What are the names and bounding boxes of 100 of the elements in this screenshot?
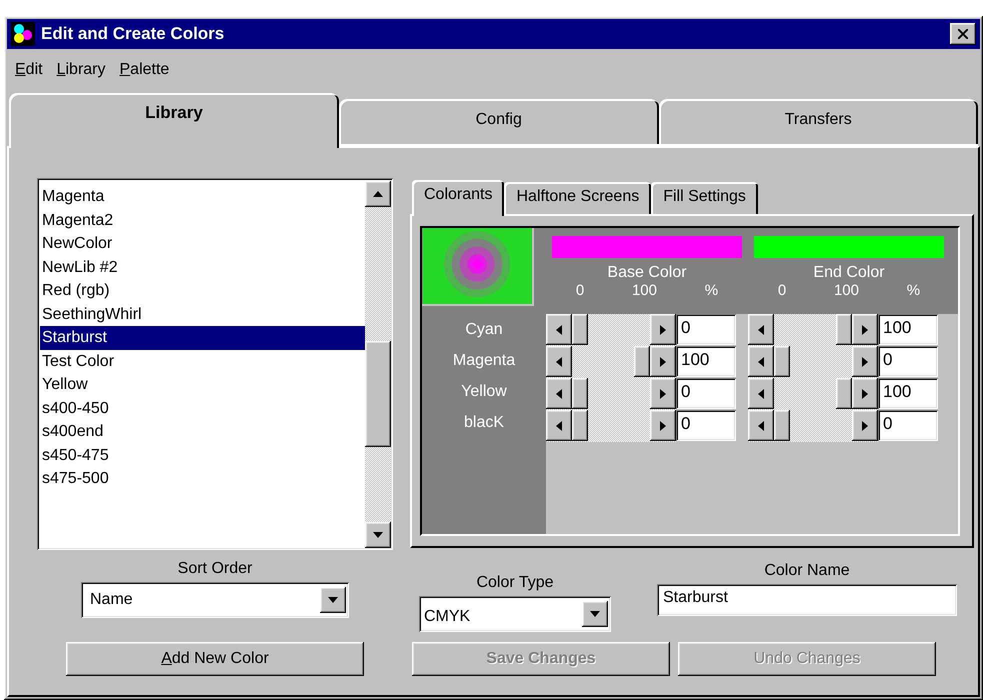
list-item[interactable]: s400end xyxy=(40,420,365,444)
slider[interactable] xyxy=(748,346,878,378)
menu-item[interactable]: Palette xyxy=(120,61,170,79)
decrease-button[interactable] xyxy=(748,346,774,377)
slider[interactable] xyxy=(546,378,676,410)
slider-thumb[interactable] xyxy=(572,314,588,345)
scale-label: 0 xyxy=(576,282,584,299)
decrease-button[interactable] xyxy=(748,314,774,345)
slider[interactable] xyxy=(546,410,676,442)
decrease-button[interactable] xyxy=(748,410,774,441)
right-arrow-icon xyxy=(862,324,868,334)
color-type-label: Color Type xyxy=(476,574,554,592)
list-item[interactable]: s475-500 xyxy=(40,467,365,490)
slider-thumb[interactable] xyxy=(836,314,852,345)
slider-thumb[interactable] xyxy=(836,378,852,409)
list-item[interactable]: Yellow xyxy=(40,373,365,396)
decrease-button[interactable] xyxy=(546,410,572,441)
increase-button[interactable] xyxy=(650,346,676,377)
list-item[interactable]: SeethingWhirl xyxy=(40,302,365,326)
close-button[interactable] xyxy=(950,23,976,45)
list-item[interactable]: Starburst xyxy=(40,326,365,350)
list-item[interactable]: Magenta xyxy=(40,185,365,208)
right-arrow-icon xyxy=(660,324,666,334)
right-arrow-icon xyxy=(660,420,666,430)
slider[interactable] xyxy=(546,346,676,378)
value-field[interactable]: 0 xyxy=(676,314,736,345)
color-name-field[interactable]: Starburst xyxy=(657,584,957,616)
up-arrow-icon xyxy=(373,191,383,197)
right-arrow-icon xyxy=(862,356,868,366)
increase-button[interactable] xyxy=(852,314,878,345)
list-item[interactable]: NewLib #2 xyxy=(40,256,365,279)
slider-thumb[interactable] xyxy=(572,410,588,441)
value-field[interactable]: 0 xyxy=(676,410,736,441)
increase-button[interactable] xyxy=(852,378,878,409)
left-arrow-icon xyxy=(758,388,764,398)
decrease-button[interactable] xyxy=(546,346,572,377)
value-field[interactable]: 0 xyxy=(878,410,938,441)
list-item[interactable]: Magenta2 xyxy=(40,208,365,232)
slider-thumb[interactable] xyxy=(572,378,588,409)
value-field[interactable]: 100 xyxy=(676,346,736,377)
menu-item[interactable]: Edit xyxy=(15,61,43,79)
slider[interactable] xyxy=(748,410,878,442)
right-arrow-icon xyxy=(660,356,666,366)
value-field[interactable]: 100 xyxy=(878,314,938,345)
left-arrow-icon xyxy=(758,356,764,366)
decrease-button[interactable] xyxy=(546,378,572,409)
increase-button[interactable] xyxy=(650,314,676,345)
slider-thumb[interactable] xyxy=(774,346,790,377)
scale-label: 100 xyxy=(632,282,657,299)
list-item[interactable]: Red (rgb) xyxy=(40,279,365,302)
increase-button[interactable] xyxy=(650,410,676,441)
increase-button[interactable] xyxy=(852,410,878,441)
left-arrow-icon xyxy=(556,420,562,430)
value-field[interactable]: 100 xyxy=(878,378,938,409)
scroll-up-button[interactable] xyxy=(365,181,391,207)
list-item[interactable]: s400-450 xyxy=(40,396,365,420)
scale-label: % xyxy=(906,282,920,299)
slider[interactable] xyxy=(748,378,878,410)
tab[interactable]: Colorants xyxy=(412,180,504,216)
increase-button[interactable] xyxy=(650,378,676,409)
left-arrow-icon xyxy=(556,356,562,366)
tab[interactable]: Fill Settings xyxy=(651,182,758,214)
list-item[interactable]: s450-475 xyxy=(40,444,365,467)
tab[interactable]: Library xyxy=(9,93,339,148)
value-field[interactable]: 0 xyxy=(878,346,938,377)
right-arrow-icon xyxy=(660,388,666,398)
left-arrow-icon xyxy=(556,388,562,398)
decrease-button[interactable] xyxy=(748,378,774,409)
scrollbar[interactable] xyxy=(365,181,391,548)
list-item[interactable]: Test Color xyxy=(40,350,365,373)
slider-thumb[interactable] xyxy=(774,410,790,441)
color-name-label: Color Name xyxy=(764,562,850,580)
down-arrow-icon xyxy=(373,532,383,538)
down-arrow-icon xyxy=(328,597,338,603)
tab[interactable]: Config xyxy=(339,99,658,146)
decrease-button[interactable] xyxy=(546,314,572,345)
column-title: End Color xyxy=(812,264,886,282)
right-arrow-icon xyxy=(862,388,868,398)
close-icon xyxy=(958,29,968,39)
dropdown-button[interactable] xyxy=(320,587,346,613)
sort-order-dropdown[interactable]: Name xyxy=(81,582,349,618)
slider-thumb[interactable] xyxy=(634,346,650,377)
colorant-label: blacK xyxy=(462,413,506,433)
add-color-button[interactable]: Add New Color xyxy=(66,642,364,676)
tab[interactable]: Halftone Screens xyxy=(504,182,652,214)
scale-label: % xyxy=(704,282,718,299)
left-arrow-icon xyxy=(758,324,764,334)
menu-item[interactable]: Library xyxy=(56,61,106,79)
scroll-thumb[interactable] xyxy=(365,341,391,447)
color-type-dropdown[interactable]: CMYK xyxy=(419,596,611,632)
increase-button[interactable] xyxy=(852,346,878,377)
left-arrow-icon xyxy=(556,324,562,334)
slider[interactable] xyxy=(546,314,676,346)
scroll-down-button[interactable] xyxy=(365,522,391,548)
value-field[interactable]: 0 xyxy=(676,378,736,409)
dropdown-button[interactable] xyxy=(582,601,608,627)
slider[interactable] xyxy=(748,314,878,346)
list-item[interactable]: NewColor xyxy=(40,232,365,256)
tab[interactable]: Transfers xyxy=(658,99,978,146)
colorant-label: Magenta xyxy=(452,351,516,371)
